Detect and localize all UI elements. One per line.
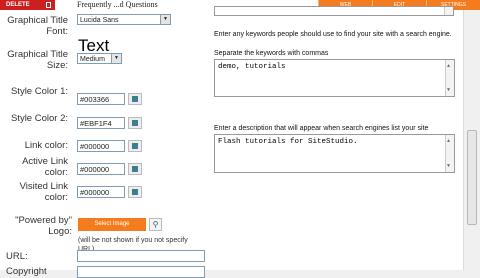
description-value: Flash tutorials for SiteStudio. [218, 138, 358, 146]
keywords-value: demo, tutorials [218, 63, 286, 71]
textarea-scrollbar[interactable] [444, 7, 453, 15]
textarea-scrollbar[interactable]: ▲ ▼ [445, 135, 454, 172]
style-color2-input[interactable]: #EBF1F4 [77, 117, 125, 129]
visited-link-label: Visited Link color: [19, 181, 68, 203]
style-color1-label: Style Color 1: [10, 86, 68, 97]
previous-textarea[interactable] [214, 6, 454, 16]
description-label: Enter a description that will appear whe… [214, 125, 429, 132]
faq-link[interactable]: Frequently ...d Questions [77, 0, 158, 10]
font-select[interactable]: Lucida Sans ▼ [77, 14, 171, 25]
active-link-label: Active Link color: [22, 156, 68, 178]
link-color-label: Link color: [24, 140, 68, 151]
copyright-label: Copyright [6, 266, 47, 277]
description-textarea[interactable]: Flash tutorials for SiteStudio. ▲ ▼ [214, 134, 455, 173]
visited-link-input[interactable]: #000000 [77, 186, 125, 198]
textarea-scrollbar[interactable]: ▲ ▼ [445, 60, 454, 96]
delete-label: DELETE [6, 2, 30, 8]
scroll-up-icon[interactable]: ▲ [447, 136, 450, 146]
color-picker-icon[interactable] [128, 163, 142, 175]
graphical-title-size-label: Graphical Title Size: [7, 49, 68, 71]
font-select-value: Lucida Sans [80, 17, 119, 24]
trash-icon [46, 2, 51, 8]
active-link-input[interactable]: #000000 [77, 163, 125, 175]
graphical-title-font-label: Graphical Title Font: [7, 15, 68, 37]
copyright-input[interactable] [77, 266, 205, 278]
link-color-input[interactable]: #000000 [77, 140, 125, 152]
chevron-down-icon: ▼ [111, 54, 121, 63]
keywords-separator-hint: Separate the keywords with commas [214, 50, 329, 57]
url-input[interactable] [77, 250, 205, 262]
keywords-intro: Enter any keywords people should use to … [214, 31, 452, 38]
size-select[interactable]: Medium ▼ [77, 53, 122, 64]
color-picker-icon[interactable] [128, 117, 142, 129]
left-form: Graphical Title Font: Lucida Sans ▼ Text… [0, 10, 205, 278]
delete-button[interactable]: DELETE [0, 0, 55, 10]
page-scrollbar[interactable] [463, 10, 480, 270]
select-image-button[interactable]: Select Image [78, 218, 146, 231]
search-icon[interactable]: ⚲ [149, 218, 162, 231]
powered-by-label: "Powered by" Logo: [15, 215, 72, 237]
size-select-value: Medium [80, 56, 105, 63]
style-color2-label: Style Color 2: [10, 113, 68, 124]
scrollbar-thumb[interactable] [467, 130, 477, 225]
scroll-down-icon[interactable]: ▼ [447, 85, 450, 95]
scroll-down-icon[interactable]: ▼ [447, 161, 450, 171]
color-picker-icon[interactable] [128, 186, 142, 198]
url-label: URL: [6, 251, 28, 262]
chevron-down-icon: ▼ [160, 15, 170, 24]
color-picker-icon[interactable] [128, 93, 142, 105]
scroll-up-icon[interactable]: ▲ [447, 61, 450, 71]
settings-page: Graphical Title Font: Lucida Sans ▼ Text… [0, 6, 480, 278]
keywords-textarea[interactable]: demo, tutorials ▲ ▼ [214, 59, 455, 97]
style-color1-input[interactable]: #003366 [77, 93, 125, 105]
color-picker-icon[interactable] [128, 140, 142, 152]
